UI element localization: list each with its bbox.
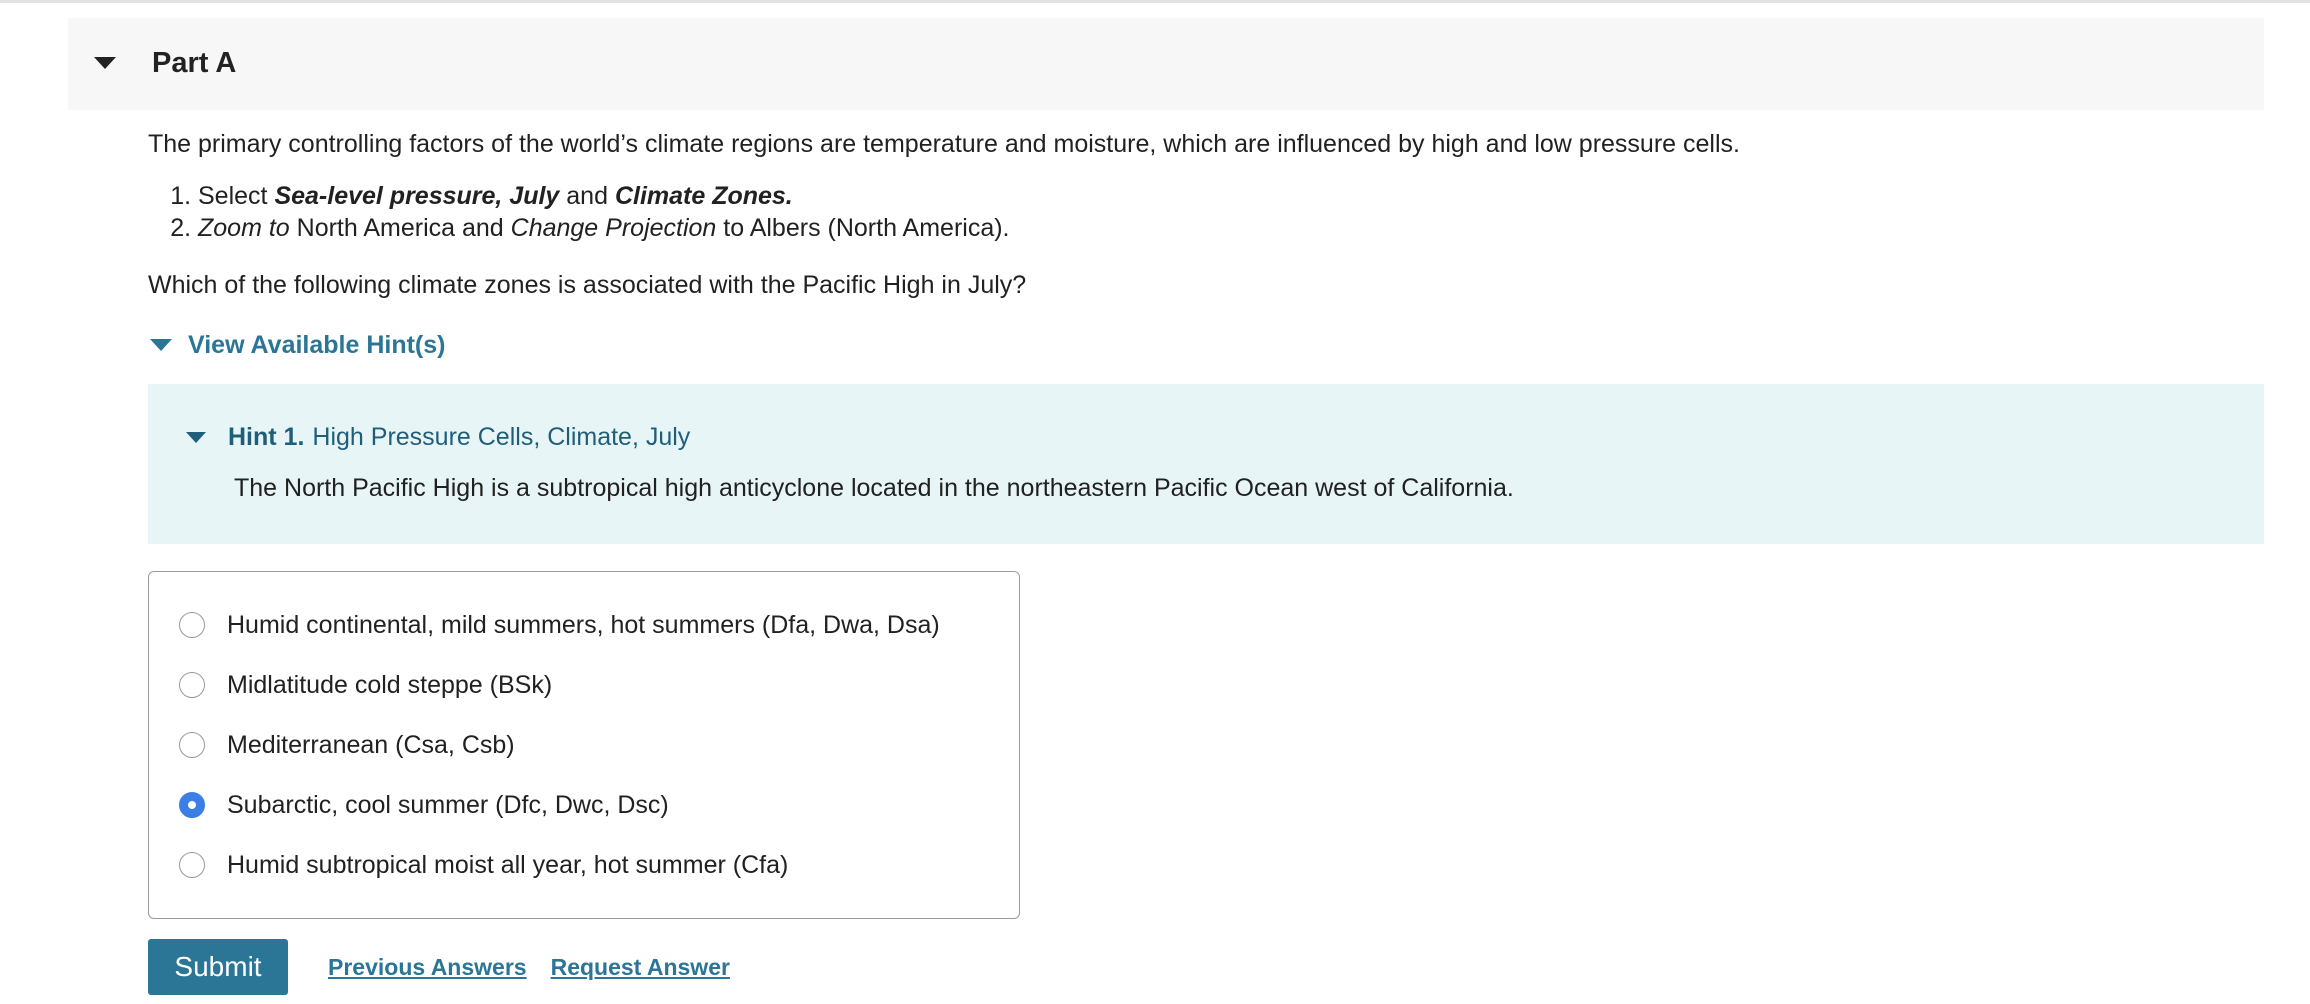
answer-option[interactable]: Midlatitude cold steppe (BSk): [149, 655, 1019, 715]
step-emphasis: Sea-level pressure, July: [274, 182, 560, 210]
answer-option[interactable]: Humid subtropical moist all year, hot su…: [149, 835, 1019, 895]
step-emphasis: Zoom to: [198, 214, 290, 242]
radio-button[interactable]: [179, 792, 205, 818]
question-text: Which of the following climate zones is …: [148, 271, 1027, 299]
hint-body: The North Pacific High is a subtropical …: [234, 474, 1514, 502]
question-content: The primary controlling factors of the w…: [148, 128, 2264, 995]
hint-number: Hint 1.: [228, 423, 305, 451]
radio-button[interactable]: [179, 732, 205, 758]
answer-actions: Submit Previous Answers Request Answer: [148, 939, 2264, 995]
step-item: Zoom to North America and Change Project…: [198, 212, 2264, 244]
caret-down-icon: [150, 339, 172, 351]
option-label[interactable]: Mediterranean (Csa, Csb): [227, 729, 515, 761]
step-text: North America and: [289, 214, 511, 242]
step-text: and: [559, 182, 615, 210]
previous-answers-link[interactable]: Previous Answers: [328, 951, 527, 983]
view-hints-toggle[interactable]: View Available Hint(s): [148, 329, 2264, 361]
answer-option[interactable]: Subarctic, cool summer (Dfc, Dwc, Dsc): [149, 775, 1019, 835]
instruction-steps: Select Sea-level pressure, July and Clim…: [148, 180, 2264, 244]
option-label[interactable]: Midlatitude cold steppe (BSk): [227, 669, 552, 701]
submit-button[interactable]: Submit: [148, 939, 288, 995]
part-title: Part A: [152, 47, 237, 79]
radio-button[interactable]: [179, 612, 205, 638]
hint-title: High Pressure Cells, Climate, July: [312, 423, 691, 451]
radio-button[interactable]: [179, 672, 205, 698]
option-label[interactable]: Humid subtropical moist all year, hot su…: [227, 849, 788, 881]
option-label[interactable]: Subarctic, cool summer (Dfc, Dwc, Dsc): [227, 789, 669, 821]
hint-panel: Hint 1. High Pressure Cells, Climate, Ju…: [148, 384, 2264, 544]
collapse-caret-icon[interactable]: [94, 57, 116, 69]
answer-option[interactable]: Mediterranean (Csa, Csb): [149, 715, 1019, 775]
step-emphasis: Change Projection: [510, 214, 717, 242]
answer-options: Humid continental, mild summers, hot sum…: [148, 571, 1020, 919]
radio-button[interactable]: [179, 852, 205, 878]
part-header[interactable]: Part A: [68, 18, 2264, 110]
top-divider: [0, 0, 2310, 3]
option-label[interactable]: Humid continental, mild summers, hot sum…: [227, 609, 940, 641]
hint-header[interactable]: Hint 1. High Pressure Cells, Climate, Ju…: [186, 421, 690, 453]
request-answer-link[interactable]: Request Answer: [551, 951, 730, 983]
intro-text: The primary controlling factors of the w…: [148, 130, 1740, 158]
caret-down-icon: [186, 431, 206, 443]
step-emphasis: Climate Zones.: [614, 182, 793, 210]
view-hints-label: View Available Hint(s): [188, 331, 446, 359]
step-text: to Albers (North America).: [716, 214, 1010, 242]
step-item: Select Sea-level pressure, July and Clim…: [198, 180, 2264, 212]
step-text: Select: [198, 182, 275, 210]
answer-option[interactable]: Humid continental, mild summers, hot sum…: [149, 595, 1019, 655]
